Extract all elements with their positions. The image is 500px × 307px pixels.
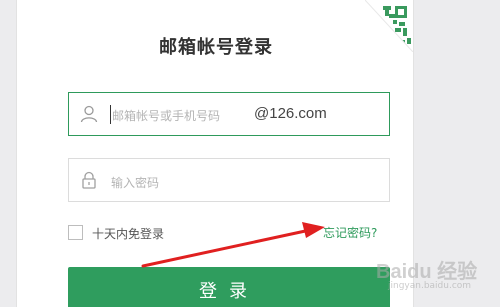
page-title: 邮箱帐号登录: [159, 37, 273, 58]
watermark: Baidu 经验: [376, 261, 478, 283]
password-field[interactable]: 输入密码: [68, 158, 390, 202]
forgot-password-link[interactable]: 忘记密码?: [323, 224, 377, 241]
text-caret: [110, 105, 111, 124]
remember-label: 十天内免登录: [92, 227, 165, 241]
username-placeholder: 邮箱帐号或手机号码: [112, 109, 221, 123]
login-button[interactable]: 登录: [68, 267, 390, 307]
username-field[interactable]: 邮箱帐号或手机号码 @126.com: [68, 92, 390, 136]
watermark-sub: jingyan.baidu.com: [388, 281, 472, 291]
lock-icon: [82, 171, 96, 189]
user-icon: [80, 105, 98, 123]
remember-checkbox[interactable]: [68, 225, 83, 240]
login-page: 邮箱帐号登录 邮箱帐号或手机号码 @126.com 输入密码 十天内免登录 忘记…: [0, 0, 500, 307]
login-card: 邮箱帐号登录 邮箱帐号或手机号码 @126.com 输入密码 十天内免登录 忘记…: [16, 0, 414, 307]
password-placeholder: 输入密码: [111, 176, 160, 190]
domain-suffix: @126.com: [254, 105, 327, 122]
